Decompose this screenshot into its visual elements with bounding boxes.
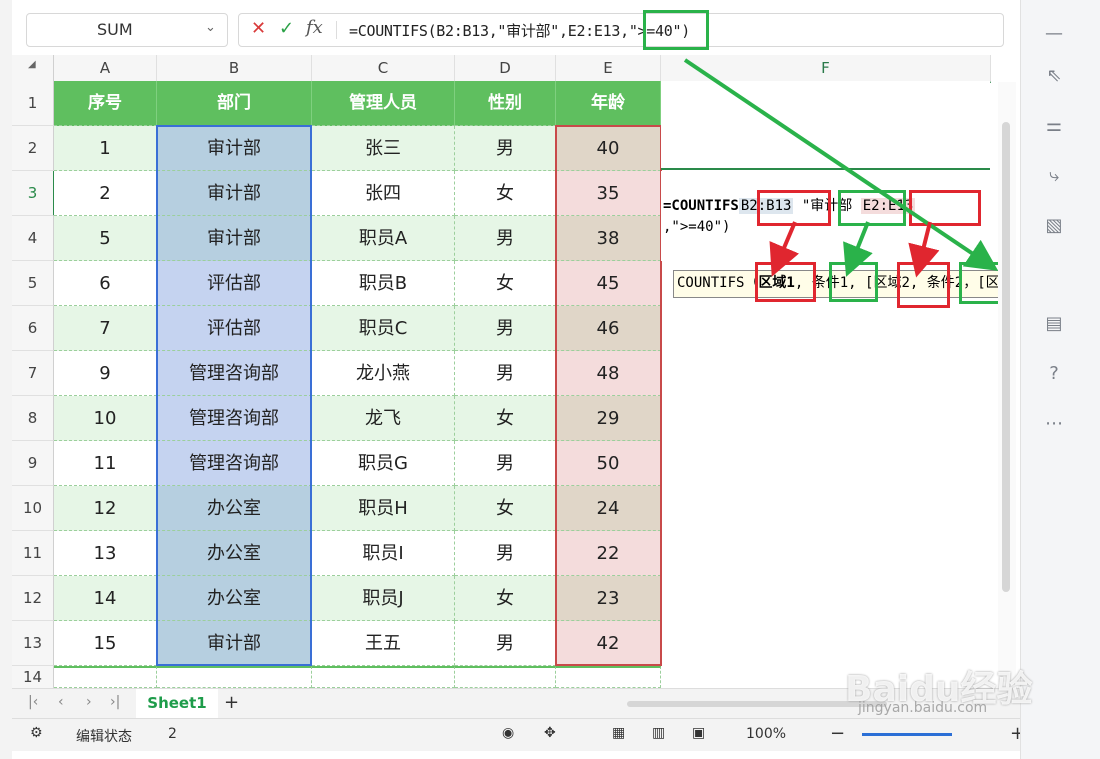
select-cursor-icon[interactable]: ⇖: [1042, 64, 1066, 88]
vertical-scroll-thumb[interactable]: [1002, 122, 1010, 592]
tab-sheet1[interactable]: Sheet1: [136, 689, 218, 721]
image-icon[interactable]: ▧: [1042, 214, 1066, 238]
first-sheet-icon[interactable]: |‹: [28, 694, 38, 710]
transform-icon[interactable]: ⤷: [1042, 164, 1066, 188]
zoom-level[interactable]: 100%: [746, 726, 786, 742]
macro-icon[interactable]: ⚙: [30, 725, 43, 741]
normal-view-icon[interactable]: ▦: [612, 725, 625, 741]
page-layout-icon[interactable]: ▥: [652, 725, 665, 741]
edit-mode-label: 编辑状态: [76, 729, 132, 745]
status-bar: ⚙ 编辑状态 2 ◉ ✥ ▦ ▥ ▣ 100% − +: [12, 718, 1025, 751]
page-break-icon[interactable]: ▣: [692, 725, 705, 741]
eye-icon[interactable]: ◉: [502, 725, 514, 741]
prev-sheet-icon[interactable]: ‹: [58, 694, 64, 710]
arrow-red-2: [908, 221, 940, 278]
more-icon[interactable]: ⋯: [1042, 412, 1066, 436]
minimize-icon[interactable]: —: [1042, 22, 1066, 46]
watermark-url: jingyan.baidu.com: [858, 700, 988, 716]
book-icon[interactable]: ▤: [1042, 312, 1066, 336]
annotation-arrows: [683, 58, 999, 278]
freeze-icon[interactable]: ✥: [544, 725, 556, 741]
arrow-red-1: [769, 221, 799, 277]
zoom-slider[interactable]: [862, 733, 952, 736]
next-sheet-icon[interactable]: ›: [86, 694, 92, 710]
help-icon[interactable]: ?: [1042, 362, 1066, 386]
zoom-out-button[interactable]: −: [830, 723, 845, 744]
selection-count: 2: [168, 726, 177, 742]
vertical-scrollbar[interactable]: [998, 82, 1016, 682]
arrow-green-long: [683, 58, 999, 271]
add-sheet-button[interactable]: +: [224, 692, 239, 713]
arrow-green-1: [843, 221, 873, 277]
settings-sliders-icon[interactable]: ⚌: [1042, 114, 1066, 138]
last-sheet-icon[interactable]: ›|: [110, 694, 120, 710]
